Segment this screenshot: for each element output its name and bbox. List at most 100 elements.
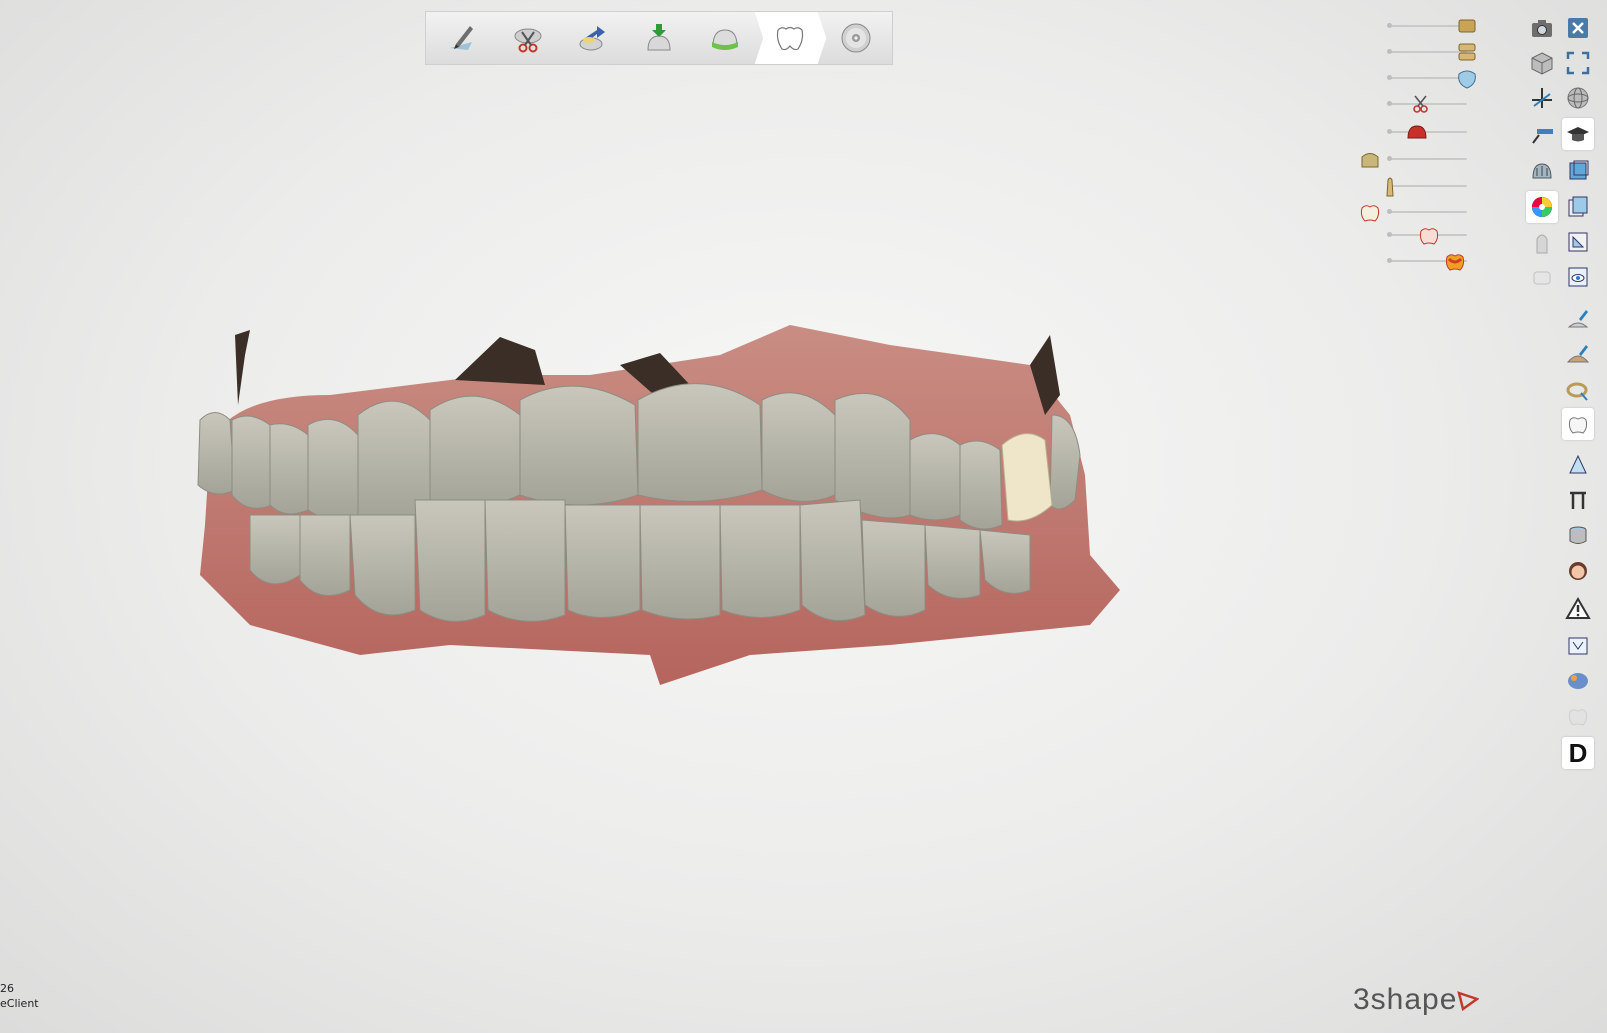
- visibility-slider-panel: [1360, 14, 1485, 284]
- cusp-tool-icon: [1569, 454, 1587, 474]
- view-corner-button[interactable]: [1562, 226, 1594, 258]
- trim-step[interactable]: [492, 12, 564, 64]
- post-visibility-icon: [1386, 177, 1394, 197]
- pen-margin-icon: [449, 26, 473, 50]
- sculpt-smooth-button[interactable]: [1562, 337, 1594, 369]
- status-line-1: 26: [0, 982, 14, 995]
- brand-name: 3shape: [1353, 983, 1458, 1016]
- coping-visibility-slider[interactable]: [1361, 147, 1485, 171]
- letter-d-button[interactable]: D: [1562, 737, 1594, 769]
- brand-triangle-icon: [1457, 991, 1480, 1011]
- heatmap-visibility-slider[interactable]: [1385, 249, 1485, 273]
- upper-die-visibility-thumb[interactable]: [1455, 14, 1479, 38]
- heatmap-visibility-thumb[interactable]: [1443, 249, 1467, 273]
- scissors-model-icon: [514, 28, 542, 53]
- crown-visibility-icon: [1419, 228, 1438, 245]
- coping-step[interactable]: [689, 12, 761, 64]
- view-eye-button[interactable]: [1562, 261, 1594, 293]
- slider-min-dot: [1387, 101, 1392, 106]
- crown-select-button[interactable]: [1562, 408, 1594, 440]
- morph-tool-button[interactable]: [1562, 664, 1594, 696]
- rotate-sphere-button[interactable]: [1562, 82, 1594, 114]
- crown-visibility-slider[interactable]: [1385, 223, 1485, 247]
- transparent-arch-button[interactable]: [1526, 261, 1558, 293]
- cube-view-icon: [1531, 52, 1553, 75]
- clipping-box-icon: [1568, 637, 1588, 655]
- cusp-tool-button[interactable]: [1562, 448, 1594, 480]
- gingiva-visibility-slider[interactable]: [1385, 120, 1485, 144]
- view-side-icon: [1568, 196, 1588, 217]
- status-text: 26 eClient: [0, 981, 39, 1011]
- close-button[interactable]: [1562, 12, 1594, 44]
- ruler-measure-button[interactable]: [1526, 118, 1558, 150]
- slider-min-dot: [1387, 75, 1392, 80]
- warning-button[interactable]: [1562, 593, 1594, 625]
- post-visibility-slider[interactable]: [1385, 174, 1485, 198]
- save-step[interactable]: [820, 12, 892, 64]
- antagonist-visibility-thumb[interactable]: [1455, 66, 1479, 90]
- face-photo-icon: [1569, 562, 1587, 580]
- die-spacer-step[interactable]: [623, 12, 695, 64]
- post-visibility-thumb[interactable]: [1378, 174, 1402, 198]
- view-front-button[interactable]: [1562, 155, 1594, 187]
- heatmap-visibility-icon: [1446, 254, 1465, 271]
- face-photo-button[interactable]: [1562, 556, 1594, 588]
- crown-visibility-thumb[interactable]: [1417, 223, 1441, 247]
- axis-cross-icon: [1532, 88, 1552, 108]
- slider-min-dot: [1387, 258, 1392, 263]
- gingiva-visibility-thumb[interactable]: [1405, 120, 1429, 144]
- cylinder-tool-button[interactable]: [1562, 519, 1594, 551]
- graduation-cap-icon: [1567, 127, 1589, 142]
- transparent-arch-icon: [1533, 271, 1551, 285]
- slider-min-dot: [1387, 156, 1392, 161]
- upper-model-visibility-thumb[interactable]: [1455, 40, 1479, 64]
- axis-cross-button[interactable]: [1526, 82, 1558, 114]
- jaw-view-button[interactable]: [1526, 155, 1558, 187]
- fullscreen-button[interactable]: [1562, 47, 1594, 79]
- coping-visibility-thumb[interactable]: [1358, 147, 1382, 171]
- cube-view-button[interactable]: [1526, 47, 1558, 79]
- cylinder-tool-icon: [1569, 526, 1587, 544]
- dental-scan-viewport[interactable]: [190, 325, 1150, 705]
- sculpt-ring-button[interactable]: [1562, 374, 1594, 406]
- upper-model-visibility-slider[interactable]: [1385, 40, 1485, 64]
- crown-anatomy-icon: [777, 26, 804, 51]
- anatomy-step[interactable]: [754, 12, 827, 64]
- slider-track[interactable]: [1390, 211, 1467, 213]
- graduation-cap-button[interactable]: [1562, 118, 1594, 150]
- crown-section-visibility-slider[interactable]: [1360, 200, 1485, 224]
- crown-section-visibility-thumb[interactable]: [1358, 200, 1382, 224]
- workflow-toolbar: [425, 11, 893, 65]
- antagonist-visibility-slider[interactable]: [1385, 66, 1485, 90]
- crown-restoration[interactable]: [1001, 433, 1053, 522]
- clipping-box-button[interactable]: [1562, 629, 1594, 661]
- ghost-tooth-button[interactable]: [1562, 700, 1594, 732]
- cut-plane-visibility-slider[interactable]: [1385, 92, 1485, 116]
- camera-button[interactable]: [1526, 12, 1558, 44]
- brand-logo: 3shape: [1353, 983, 1480, 1017]
- upper-die-visibility-slider[interactable]: [1385, 14, 1485, 38]
- view-corner-icon: [1568, 232, 1588, 252]
- view-front-icon: [1569, 160, 1589, 180]
- insertion-arrow-icon: [579, 26, 606, 51]
- view-side-button[interactable]: [1562, 191, 1594, 223]
- upper-die-visibility-icon: [1458, 19, 1476, 33]
- slider-min-dot: [1387, 129, 1392, 134]
- crown-section-visibility-icon: [1360, 205, 1380, 222]
- cut-plane-visibility-icon: [1412, 95, 1428, 113]
- transparent-tooth-button[interactable]: [1526, 226, 1558, 258]
- sculpt-add-button[interactable]: [1562, 302, 1594, 334]
- fullscreen-icon: [1566, 51, 1590, 75]
- insertion-direction-step[interactable]: [557, 12, 629, 64]
- transparent-tooth-icon: [1536, 234, 1548, 254]
- section-tool-button[interactable]: [1562, 484, 1594, 516]
- sculpt-ring-icon: [1566, 382, 1588, 401]
- color-wheel-button[interactable]: [1526, 191, 1558, 223]
- section-tool-icon: [1570, 491, 1586, 509]
- cut-plane-visibility-thumb[interactable]: [1409, 92, 1433, 116]
- disc-icon: [841, 23, 871, 53]
- slider-track[interactable]: [1390, 158, 1467, 160]
- scan-gap-dark: [455, 337, 545, 385]
- slider-min-dot: [1387, 49, 1392, 54]
- margin-line-step[interactable]: [426, 12, 498, 64]
